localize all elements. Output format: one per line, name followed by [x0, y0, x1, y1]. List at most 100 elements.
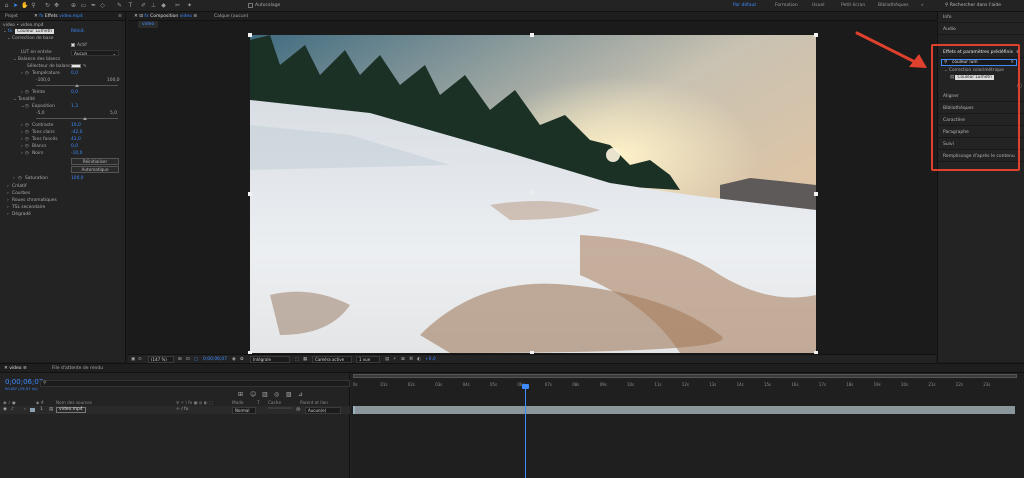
stopwatch-icon[interactable]: ◷ [25, 103, 29, 110]
pen-tool-icon[interactable]: ✒ [90, 2, 97, 9]
chevron-right-icon[interactable]: › [21, 143, 23, 150]
workspace-usual[interactable]: Usuel [812, 3, 825, 8]
pan-behind-tool-icon[interactable]: ⊕ [70, 2, 77, 9]
shape-tool-icon[interactable]: ◇ [99, 2, 106, 9]
chevron-right-icon[interactable]: › [21, 150, 23, 157]
stopwatch-icon[interactable]: ◷ [25, 70, 29, 77]
layer-parent-dropdown[interactable]: Aucun(e) [305, 407, 341, 414]
graph-icon[interactable]: ⊿ [298, 391, 303, 398]
comp-subtab[interactable]: video [138, 21, 159, 28]
workspace-libraries[interactable]: Bibliothèques [878, 3, 909, 8]
draft-3d-icon[interactable]: ⊞ [238, 391, 243, 398]
col-t[interactable]: T [257, 400, 260, 405]
workspace-more-button[interactable]: » [921, 3, 924, 8]
section-vignette[interactable]: › Dégradé [0, 211, 126, 218]
temperature-value[interactable]: 0,0 [71, 70, 78, 77]
chevron-right-icon[interactable]: › [21, 136, 23, 143]
always-preview-icon[interactable]: ▣ [131, 357, 135, 362]
tab-timeline-video[interactable]: ✕ video ≡ [4, 366, 27, 371]
mask-rect-tool-icon[interactable]: ▭ [80, 2, 87, 9]
stopwatch-icon[interactable]: ◷ [25, 89, 29, 96]
exposure-icon[interactable]: ◐ [417, 357, 421, 362]
frame-blend-icon[interactable]: ▥ [262, 391, 268, 398]
section-hsl[interactable]: › TSL secondaire [0, 204, 126, 211]
highlights-value[interactable]: -42,0 [71, 129, 82, 136]
exposure-slider-knob[interactable] [83, 117, 87, 120]
brush-tool-icon[interactable]: ✐ [140, 2, 147, 9]
rotate-tool-icon[interactable]: ↻ [44, 2, 51, 9]
panel-info[interactable]: Info [938, 12, 1024, 23]
eraser-tool-icon[interactable]: ◆ [160, 2, 167, 9]
anchor-point-icon[interactable]: ✥ [529, 189, 535, 197]
shy-icon[interactable]: ☺ [250, 391, 256, 398]
tonality-reset-button[interactable]: Réinitialiser [71, 158, 119, 165]
col-source-name[interactable]: Nom des sources [56, 400, 92, 405]
workspace-training[interactable]: Formation [775, 3, 798, 8]
snapshot-icon[interactable]: ▢ [194, 357, 198, 362]
camera-snapshot-icon[interactable]: ◉ [232, 357, 236, 362]
stopwatch-icon[interactable]: ◷ [25, 129, 29, 136]
flowchart-icon[interactable]: ⌘ [409, 357, 413, 362]
selection-tool-icon[interactable]: ➤ [12, 2, 19, 9]
chevron-right-icon[interactable]: › [24, 407, 26, 412]
temperature-slider-knob[interactable] [75, 84, 79, 87]
stopwatch-icon[interactable]: ◷ [25, 150, 29, 157]
grid-icon[interactable]: ⊞ [178, 357, 182, 362]
contrast-value[interactable]: 10,0 [71, 122, 81, 129]
transform-handle-tl[interactable] [248, 33, 252, 37]
wb-color-swatch[interactable] [71, 64, 81, 68]
whites-value[interactable]: 0,0 [71, 143, 78, 150]
toggle-pixel-icon[interactable]: ▤ [385, 357, 389, 362]
col-mode[interactable]: Mode [232, 400, 243, 405]
basic-correction-row[interactable]: ⌄ Correction de base [0, 35, 126, 42]
workspace-small-screen[interactable]: Petit écran [841, 3, 865, 8]
fx-icon[interactable]: fx [8, 28, 12, 35]
graph-editor-icon[interactable]: ▧ [286, 391, 292, 398]
effect-name[interactable]: Couleur Lumetri [15, 29, 55, 34]
tonality-auto-button[interactable]: Automatique [71, 166, 119, 173]
layer-row[interactable]: ◉ ♪ › 1 ▤ video.mp4 ⊹ / fx Normal @ Aucu… [0, 406, 350, 414]
auto-orient-checkbox[interactable] [248, 3, 253, 8]
section-curves[interactable]: › Courbes [0, 190, 126, 197]
tab-layer[interactable]: Calque (aucun) [214, 14, 248, 19]
stopwatch-icon[interactable]: ◷ [25, 143, 29, 150]
layer-switches-icon[interactable]: ⊹ / fx [176, 407, 188, 412]
clone-tool-icon[interactable]: ⊥ [150, 2, 157, 9]
label-color-swatch[interactable] [30, 408, 35, 412]
chevron-right-icon[interactable]: › [21, 89, 23, 96]
work-area-bar[interactable] [353, 374, 1017, 378]
timeline-timecode[interactable]: 0;00;06;07 [5, 378, 43, 386]
blacks-value[interactable]: -10,0 [71, 150, 82, 157]
tab-composition[interactable]: ✕ ⊡ fx Composition video ≡ [134, 14, 197, 19]
section-color-wheels[interactable]: › Roues chromatiques [0, 197, 126, 204]
zoom-dropdown[interactable]: (147 %) [148, 356, 174, 363]
col-parent[interactable]: Parent et lien [300, 400, 328, 405]
timeline-track-area[interactable]: 0s 01s 02s 03s 04s 05s 06s 07s 08s 09s 10s 11s 12s 13… [351, 373, 1024, 478]
active-checkbox[interactable] [71, 43, 75, 47]
pickwhip-icon[interactable]: @ [296, 407, 301, 412]
home-icon[interactable]: ⌂ [3, 2, 10, 9]
tint-value[interactable]: 0,0 [71, 89, 78, 96]
tab-render-queue[interactable]: File d'attente de rendu [52, 366, 103, 371]
color-channel-icon[interactable]: ✿ [240, 357, 244, 362]
camera-dropdown[interactable]: Caméra active [312, 356, 352, 363]
tab-project[interactable]: Projet [5, 14, 18, 19]
layer-cache-dropdown[interactable] [268, 407, 292, 409]
help-search[interactable]: ⚲ Rechercher dans l'aide [945, 1, 1023, 10]
camera-tool-icon[interactable]: ✥ [53, 2, 60, 9]
reset-link[interactable]: Réinit. [71, 28, 85, 35]
exposure-value[interactable]: 1,3 [71, 103, 78, 110]
text-tool-icon[interactable]: T [127, 2, 134, 9]
audio-icon[interactable]: ♪ [11, 407, 14, 412]
motion-blur-icon[interactable]: ◎ [274, 391, 279, 398]
chevron-right-icon[interactable]: › [21, 70, 23, 77]
resolution-dropdown[interactable]: Intégrale [250, 356, 290, 363]
workspace-default[interactable]: Par défaut [733, 3, 756, 8]
white-balance-row[interactable]: ⌄ Balance des blancs [0, 56, 126, 63]
panel-menu-icon[interactable]: ≡ [118, 14, 122, 19]
roto-tool-icon[interactable]: ✂ [174, 2, 181, 9]
panel-audio[interactable]: Audio [938, 24, 1024, 35]
region-of-interest-icon[interactable]: ⬚ [295, 357, 299, 362]
panel-menu-icon[interactable]: ≡ [193, 14, 197, 19]
stopwatch-icon[interactable]: ◷ [25, 136, 29, 143]
